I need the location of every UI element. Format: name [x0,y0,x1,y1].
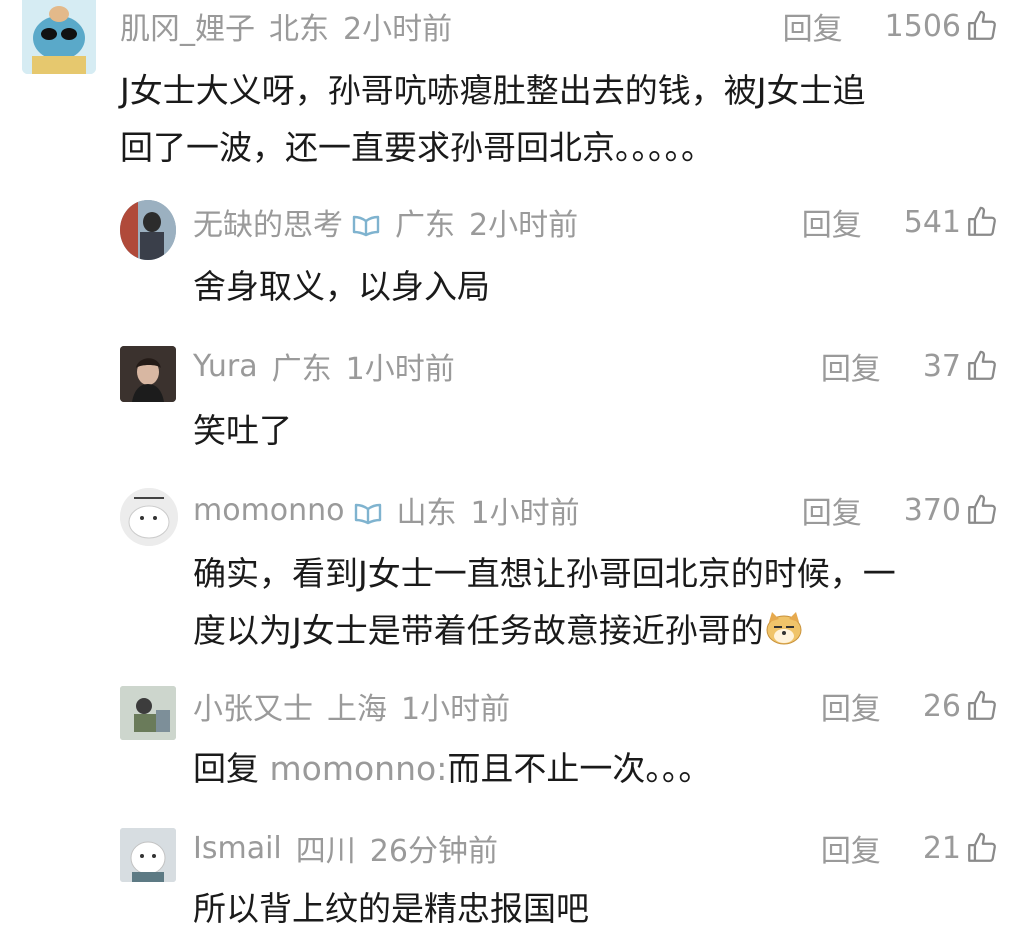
timestamp: 2小时前 [343,12,453,47]
comment-text: 舍身取义，以身入局 [193,258,490,315]
comment-actions: 回复 26 [821,684,999,728]
like-count: 21 [922,830,961,866]
comment-actions: 回复 1506 [783,4,999,48]
comment-text-line: 回了一波，还一直要求孙哥回北京。。。。。 [120,128,714,167]
username[interactable]: 小张又士 [193,684,313,728]
avatar[interactable] [120,488,178,546]
timestamp: 1小时前 [470,496,580,531]
reply-button[interactable]: 回复 [783,4,843,48]
comment-text-line: 度以为J女士是带着任务故意接近孙哥的 [193,602,896,659]
comment-actions: 回复 37 [821,344,999,388]
location: 四川 [295,834,356,869]
avatar[interactable] [120,200,176,260]
comment-text: 笑吐了 [193,402,292,459]
username[interactable]: 无缺的思考 [193,200,343,244]
comment-text-line: 确实，看到J女士一直想让孙哥回北京的时候，一 [193,554,896,593]
timestamp: 26分钟前 [369,834,498,869]
comment-meta: 肌冈_娌子 北东 2小时前 [120,4,453,48]
comment-text-line: 回复 momonno:而且不止一次。。。 [193,740,711,797]
avatar[interactable] [120,346,176,402]
comment-meta: Yura 广东 1小时前 [193,346,455,388]
avatar[interactable] [120,686,176,740]
reply-button[interactable]: 回复 [802,488,862,532]
username[interactable]: Ismail [193,831,282,866]
comment-actions: 回复 370 [802,488,999,532]
reply-button[interactable]: 回复 [802,200,862,244]
reply-mention[interactable]: momonno: [270,749,448,788]
comment-actions: 回复 21 [821,826,999,870]
comment-text-segment: 度以为J女士是带着任务故意接近孙哥的 [193,611,764,650]
reply-button[interactable]: 回复 [821,344,881,388]
comment-meta: 无缺的思考 广东 2小时前 [193,200,579,244]
username[interactable]: 肌冈_娌子 [120,4,255,48]
like-count: 370 [903,492,961,528]
like-count: 541 [903,204,961,240]
like-count: 1506 [884,8,961,44]
timestamp: 1小时前 [345,352,455,387]
comment-text: 回复 momonno:而且不止一次。。。 [193,740,711,797]
comment-meta: 小张又士 上海 1小时前 [193,684,511,728]
comment-meta: Ismail 四川 26分钟前 [193,828,498,870]
location: 山东 [396,496,457,531]
comment-text: 确实，看到J女士一直想让孙哥回北京的时候，一 度以为J女士是带着任务故意接近孙哥… [193,545,896,659]
comment-meta: momonno 山东 1小时前 [193,490,580,532]
username[interactable]: momonno [193,493,345,528]
location: 上海 [327,692,387,727]
reply-prefix: 回复 [193,749,259,788]
like-count: 37 [922,348,961,384]
avatar[interactable] [120,828,176,882]
comment-text: 所以背上纹的是精忠报国吧 [193,880,589,937]
thumbs-up-icon[interactable] [965,9,999,43]
reply-button[interactable]: 回复 [821,826,881,870]
comment-text-line: 舍身取义，以身入局 [193,267,490,306]
location: 北东 [269,12,329,47]
book-badge-icon [351,210,381,237]
location: 广东 [271,352,332,387]
location: 广东 [395,208,455,243]
thumbs-up-icon[interactable] [965,831,999,865]
doge-emoji-icon [764,606,804,645]
thumbs-up-icon[interactable] [965,689,999,723]
comment-text-line: 所以背上纹的是精忠报国吧 [193,889,589,928]
reply-button[interactable]: 回复 [821,684,881,728]
avatar[interactable] [22,0,96,74]
comment-actions: 回复 541 [802,200,999,244]
username[interactable]: Yura [193,349,258,384]
timestamp: 1小时前 [401,692,511,727]
comment-text: J女士大义呀，孙哥吭哧瘪肚整出去的钱，被J女士追 回了一波，还一直要求孙哥回北京… [120,62,865,176]
thumbs-up-icon[interactable] [965,205,999,239]
timestamp: 2小时前 [469,208,579,243]
like-count: 26 [922,688,961,724]
book-badge-icon [353,498,383,525]
comment-text-line: 笑吐了 [193,411,292,450]
comment-text-segment: 而且不止一次。。。 [447,749,712,788]
thumbs-up-icon[interactable] [965,493,999,527]
thumbs-up-icon[interactable] [965,349,999,383]
comment-text-line: J女士大义呀，孙哥吭哧瘪肚整出去的钱，被J女士追 [120,71,866,110]
